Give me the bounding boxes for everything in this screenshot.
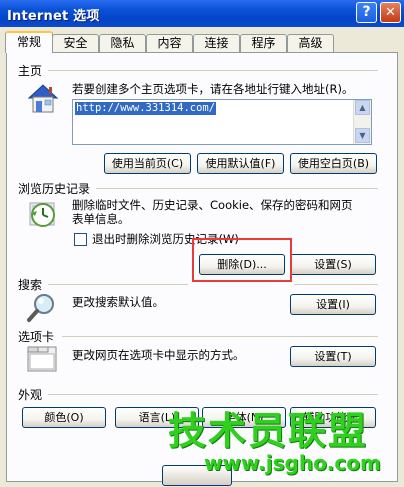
scroll-down-icon[interactable]: ▼ <box>355 128 370 143</box>
title-bar[interactable]: Internet 选项 ? ✕ <box>0 0 404 27</box>
tabs-description: 更改网页在选项卡中显示的方式。 <box>72 348 245 362</box>
help-button[interactable]: ? <box>356 2 377 23</box>
tab-privacy[interactable]: 隐私 <box>99 34 146 52</box>
tabbed-browsing-icon <box>27 346 57 372</box>
tab-advanced[interactable]: 高级 <box>287 34 334 52</box>
home-icon <box>27 84 59 113</box>
history-description-line2: 表单信息。 <box>72 212 130 226</box>
scroll-up-icon[interactable]: ▲ <box>355 100 370 115</box>
appearance-divider <box>48 394 378 395</box>
delete-history-on-exit-checkbox[interactable] <box>74 233 87 246</box>
search-description: 更改搜索默认值。 <box>72 295 164 309</box>
search-divider <box>48 284 188 285</box>
tab-connections[interactable]: 连接 <box>193 34 240 52</box>
tab-programs[interactable]: 程序 <box>240 34 287 52</box>
history-divider <box>96 188 378 189</box>
tab-security[interactable]: 安全 <box>52 34 99 52</box>
use-blank-button[interactable]: 使用空白页(B) <box>290 153 377 174</box>
homepage-url-textarea[interactable]: http://www.331314.com/ ▲ ▼ <box>72 99 372 145</box>
close-button[interactable]: ✕ <box>380 2 401 23</box>
homepage-group-title: 主页 <box>18 64 43 78</box>
tabs-divider <box>62 336 378 337</box>
tabs-settings-button[interactable]: 设置(T) <box>290 346 376 367</box>
search-divider-right <box>294 284 378 285</box>
use-current-page-button[interactable]: 使用当前页(C) <box>104 153 191 174</box>
homepage-description: 若要创建多个主页选项卡，请在各地址行键入地址(R)。 <box>72 82 354 96</box>
search-settings-button[interactable]: 设置(I) <box>290 294 376 315</box>
window-title: Internet 选项 <box>7 9 100 24</box>
history-clock-icon <box>29 202 55 227</box>
site-watermark: 技术员联盟 www.jsgho.com <box>168 409 381 475</box>
magnifier-icon <box>27 294 54 322</box>
homepage-url-text: http://www.331314.com/ <box>75 102 217 115</box>
tab-content[interactable]: 内容 <box>146 34 193 52</box>
tab-general[interactable]: 常规 <box>5 31 53 53</box>
history-settings-button[interactable]: 设置(S) <box>290 254 376 275</box>
colors-button[interactable]: 颜色(O) <box>22 407 106 428</box>
history-group-title: 浏览历史记录 <box>18 182 91 196</box>
watermark-url: www.jsgho.com <box>204 451 381 475</box>
history-description-line1: 删除临时文件、历史记录、Cookie、保存的密码和网页 <box>72 198 353 212</box>
appearance-group-title: 外观 <box>18 388 43 402</box>
watermark-main-text: 技术员联盟 <box>168 409 369 453</box>
url-scrollbar[interactable]: ▲ ▼ <box>353 100 371 144</box>
use-default-button[interactable]: 使用默认值(F) <box>197 153 284 174</box>
highlight-box <box>192 238 292 282</box>
search-group-title: 搜索 <box>18 278 43 292</box>
homepage-divider <box>48 70 378 71</box>
